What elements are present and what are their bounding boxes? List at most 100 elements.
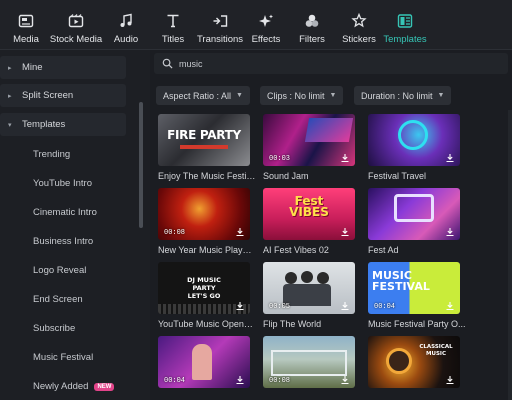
download-icon[interactable] — [340, 375, 350, 385]
template-card[interactable]: 00:05 Flip The World — [263, 262, 355, 329]
template-card[interactable]: 00:03 Sound Jam — [263, 114, 355, 181]
template-title: Flip The World — [263, 319, 322, 329]
tab-titles[interactable]: Titles — [157, 0, 189, 50]
search-input[interactable] — [179, 58, 479, 69]
new-badge: NEW — [94, 382, 115, 391]
thumbnail-caption: FIRE PARTY — [167, 128, 241, 142]
duration-dropdown[interactable]: Duration : No limit ▼ — [354, 86, 452, 105]
download-icon[interactable] — [445, 153, 455, 163]
download-icon[interactable] — [235, 375, 245, 385]
template-thumbnail: CLASSICAL MUSIC — [368, 336, 460, 388]
sidebar-item-subscribe[interactable]: Subscribe — [33, 323, 75, 334]
title-t-icon — [167, 14, 179, 28]
filter-label: Aspect Ratio : All — [163, 90, 232, 101]
template-card[interactable]: DJ MUSIC PARTY LET'S GO YouTube Music Op… — [158, 262, 256, 329]
template-title: YouTube Music Opene... — [158, 319, 256, 329]
sidebar-item-label: Newly Added — [33, 381, 89, 392]
filter-label: Duration : No limit — [361, 90, 433, 101]
tab-filters[interactable]: Filters — [296, 0, 328, 50]
filter-label: Clips : No limit — [267, 90, 325, 101]
sidebar-item-label: End Screen — [33, 294, 83, 305]
tab-transitions[interactable]: Transitions — [197, 0, 243, 50]
download-icon[interactable] — [445, 375, 455, 385]
template-card[interactable]: Festival Travel — [368, 114, 460, 181]
caret-right-icon: ▸ — [8, 92, 12, 100]
template-title: Enjoy The Music Festival — [158, 171, 256, 181]
template-card[interactable]: 00:08 New Year Music Player... — [158, 188, 256, 255]
download-icon[interactable] — [235, 301, 245, 311]
sidebar-group-split-screen[interactable]: ▸ Split Screen — [0, 84, 126, 107]
sidebar-scrollbar[interactable] — [139, 102, 143, 228]
download-icon[interactable] — [340, 227, 350, 237]
music-note-icon — [120, 13, 132, 27]
sidebar-item-label: Logo Reveal — [33, 265, 87, 276]
tab-effects[interactable]: Effects — [250, 0, 282, 50]
template-card[interactable]: 00:04 — [158, 336, 250, 393]
download-icon[interactable] — [445, 227, 455, 237]
template-thumbnail — [368, 114, 460, 166]
template-thumbnail: MUSIC FESTIVAL 00:04 — [368, 262, 460, 314]
tab-stickers[interactable]: Stickers — [342, 0, 376, 50]
template-card[interactable]: Fest VIBES AI Fest Vibes 02 — [263, 188, 355, 255]
portrait-circle — [386, 348, 412, 374]
caret-right-icon: ▸ — [8, 64, 12, 72]
chevron-down-icon: ▼ — [329, 92, 337, 99]
sidebar-group-templates[interactable]: ▾ Templates — [0, 113, 126, 136]
tab-label: Stock Media — [49, 34, 103, 45]
sidebar-group-mine[interactable]: ▸ Mine — [0, 56, 126, 79]
tab-label: Media — [13, 34, 39, 45]
tab-media[interactable]: Media — [10, 0, 42, 50]
stock-media-icon — [68, 14, 84, 28]
template-title: Music Festival Party O... — [368, 319, 466, 329]
panel-scrollbar[interactable] — [508, 110, 512, 400]
template-thumbnail: 00:08 — [158, 188, 250, 240]
sidebar-item-business-intro[interactable]: Business Intro — [33, 236, 93, 247]
download-icon[interactable] — [340, 153, 350, 163]
tab-label: Effects — [251, 34, 281, 45]
search-box — [154, 53, 508, 74]
aspect-ratio-dropdown[interactable]: Aspect Ratio : All ▼ — [156, 86, 250, 105]
caret-down-icon: ▾ — [8, 121, 12, 129]
sidebar-item-music-festival[interactable]: Music Festival — [33, 352, 93, 363]
download-icon[interactable] — [235, 227, 245, 237]
inset-image — [304, 118, 354, 142]
sidebar-item-logo-reveal[interactable]: Logo Reveal — [33, 265, 86, 276]
tab-stock-media[interactable]: Stock Media — [50, 0, 102, 50]
template-card[interactable]: 00:08 — [263, 336, 355, 393]
performer-figure — [192, 344, 212, 380]
template-card[interactable]: CLASSICAL MUSIC — [368, 336, 460, 393]
template-thumbnail: DJ MUSIC PARTY LET'S GO — [158, 262, 250, 314]
tab-audio[interactable]: Audio — [110, 0, 142, 50]
sidebar-item-trending[interactable]: Trending — [33, 149, 70, 160]
sidebar-item-youtube-intro[interactable]: YouTube Intro — [33, 178, 92, 189]
duration-label: 00:08 — [164, 229, 186, 237]
sidebar-item-label: Trending — [33, 149, 71, 160]
tab-templates[interactable]: Templates — [383, 0, 427, 50]
figure-head — [301, 271, 313, 283]
template-card[interactable]: FIRE PARTY Enjoy The Music Festival — [158, 114, 256, 181]
figure-head — [317, 272, 329, 284]
figure-head — [285, 272, 297, 284]
template-thumbnail: Fest VIBES — [263, 188, 355, 240]
top-toolbar: Media Stock Media Audio Titles Transitio… — [0, 0, 512, 50]
neon-frame — [394, 194, 434, 222]
neon-ring — [398, 120, 428, 150]
tab-label: Templates — [383, 34, 427, 45]
template-card[interactable]: MUSIC FESTIVAL 00:04 Music Festival Part… — [368, 262, 466, 329]
sidebar-item-end-screen[interactable]: End Screen — [33, 294, 83, 305]
chevron-down-icon: ▼ — [437, 92, 445, 99]
sidebar-item-label: YouTube Intro — [33, 178, 92, 189]
template-thumbnail: 00:05 — [263, 262, 355, 314]
thumbnail-caption: Fest VIBES — [289, 194, 329, 219]
download-icon[interactable] — [340, 301, 350, 311]
template-card[interactable]: Fest Ad — [368, 188, 460, 255]
template-title: Sound Jam — [263, 171, 309, 181]
sidebar-item-cinematic-intro[interactable]: Cinematic Intro — [33, 207, 97, 218]
tab-label: Audio — [113, 34, 139, 45]
sidebar-item-newly-added[interactable]: Newly Added NEW — [33, 381, 115, 392]
tab-label: Stickers — [342, 34, 376, 45]
clips-dropdown[interactable]: Clips : No limit ▼ — [260, 86, 344, 105]
duration-label: 00:04 — [164, 377, 186, 385]
download-icon[interactable] — [445, 301, 455, 311]
figure-bodies — [283, 284, 331, 306]
